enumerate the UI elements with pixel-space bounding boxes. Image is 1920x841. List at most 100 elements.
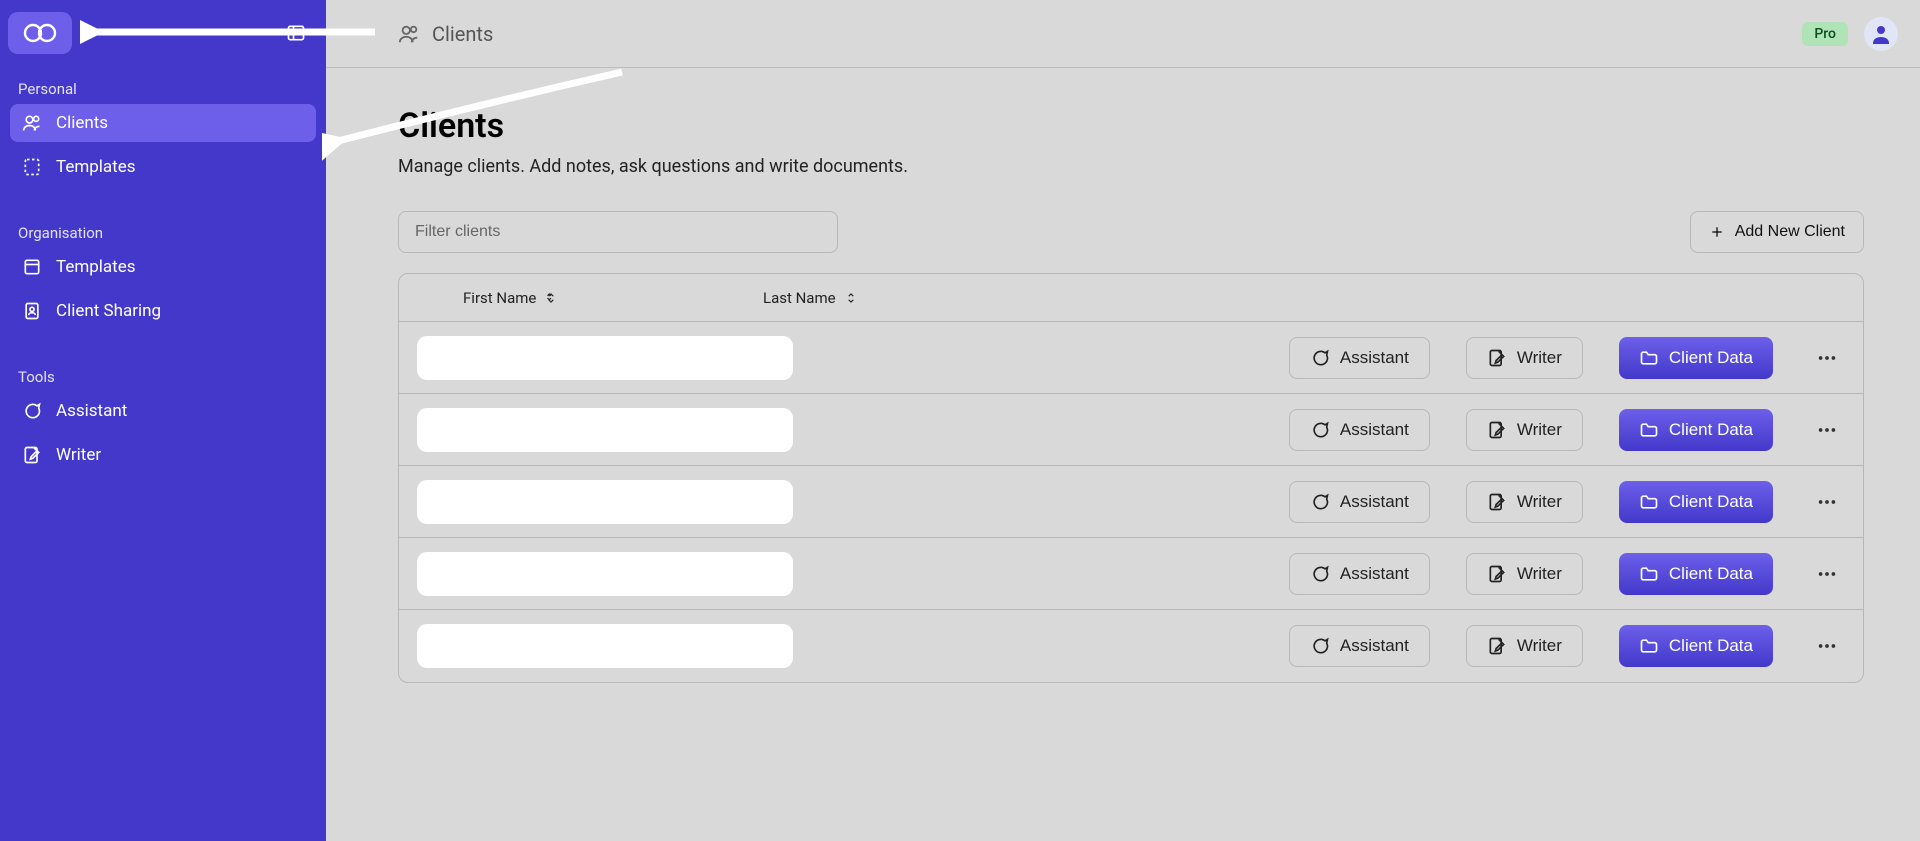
filter-clients-input[interactable] (398, 211, 838, 253)
writer-icon (1487, 348, 1507, 368)
sidebar-item-client-sharing[interactable]: Client Sharing (10, 292, 316, 330)
table-row: Assistant Writer Client Data (399, 394, 1863, 466)
button-label: Writer (1517, 492, 1562, 512)
page-subtitle: Manage clients. Add notes, ask questions… (398, 156, 1864, 177)
row-more-button[interactable] (1809, 340, 1845, 376)
add-new-client-button[interactable]: Add New Client (1690, 211, 1864, 253)
sidebar-item-templates-org[interactable]: Templates (10, 248, 316, 286)
column-header-last-name[interactable]: Last Name (763, 289, 858, 307)
sidebar-item-label: Client Sharing (56, 301, 161, 321)
button-label: Client Data (1669, 636, 1753, 656)
more-horizontal-icon (1816, 563, 1838, 585)
breadcrumb: Clients (398, 22, 493, 46)
users-icon (398, 23, 420, 45)
writer-button[interactable]: Writer (1466, 481, 1583, 523)
sidebar-item-writer[interactable]: Writer (10, 436, 316, 474)
clients-table: First Name Last Name (398, 273, 1864, 683)
row-actions: Assistant Writer Client Data (1289, 337, 1845, 379)
sidebar-item-clients[interactable]: Clients (10, 104, 316, 142)
main: Clients Pro Clients Manage clients. Add … (326, 0, 1920, 841)
user-avatar[interactable] (1864, 17, 1898, 51)
assistant-button[interactable]: Assistant (1289, 409, 1430, 451)
sidebar-item-label: Templates (56, 257, 136, 277)
assistant-button[interactable]: Assistant (1289, 337, 1430, 379)
sidebar-collapse-button[interactable] (280, 17, 312, 49)
client-name-placeholder (417, 336, 793, 380)
plus-icon (1709, 224, 1725, 240)
folder-icon (1639, 420, 1659, 440)
chat-icon (1310, 636, 1330, 656)
template-square-icon (22, 257, 42, 277)
more-horizontal-icon (1816, 347, 1838, 369)
user-icon (1869, 22, 1893, 46)
button-label: Assistant (1340, 348, 1409, 368)
nav-section-tools: Tools Assistant Writer (8, 360, 318, 474)
assistant-button[interactable]: Assistant (1289, 553, 1430, 595)
sidebar-item-templates-personal[interactable]: Templates (10, 148, 316, 186)
button-label: Writer (1517, 348, 1562, 368)
contact-icon (22, 301, 42, 321)
more-horizontal-icon (1816, 635, 1838, 657)
nav-section-organisation: Organisation Templates Client Sharing (8, 216, 318, 330)
client-data-button[interactable]: Client Data (1619, 481, 1773, 523)
writer-icon (1487, 420, 1507, 440)
page-title: Clients (398, 106, 1864, 146)
button-label: Client Data (1669, 564, 1753, 584)
writer-button[interactable]: Writer (1466, 625, 1583, 667)
row-more-button[interactable] (1809, 556, 1845, 592)
column-header-first-name[interactable]: First Name (463, 289, 763, 307)
row-more-button[interactable] (1809, 412, 1845, 448)
assistant-button[interactable]: Assistant (1289, 625, 1430, 667)
sidebar-item-label: Templates (56, 157, 136, 177)
row-actions: Assistant Writer Client Data (1289, 625, 1845, 667)
writer-button[interactable]: Writer (1466, 337, 1583, 379)
table-row: Assistant Writer Client Data (399, 610, 1863, 682)
button-label: Writer (1517, 420, 1562, 440)
sidebar: Personal Clients Templates Organisation (0, 0, 326, 841)
add-button-label: Add New Client (1735, 223, 1845, 241)
table-row: Assistant Writer Client Data (399, 322, 1863, 394)
nav-section-personal: Personal Clients Templates (8, 72, 318, 186)
writer-icon (22, 445, 42, 465)
sort-icon (844, 291, 858, 305)
writer-icon (1487, 564, 1507, 584)
pro-badge: Pro (1802, 22, 1848, 46)
button-label: Assistant (1340, 492, 1409, 512)
client-data-button[interactable]: Client Data (1619, 553, 1773, 595)
button-label: Client Data (1669, 348, 1753, 368)
button-label: Client Data (1669, 492, 1753, 512)
row-actions: Assistant Writer Client Data (1289, 409, 1845, 451)
chat-icon (1310, 492, 1330, 512)
assistant-button[interactable]: Assistant (1289, 481, 1430, 523)
app-logo[interactable] (8, 12, 72, 54)
chat-icon (1310, 348, 1330, 368)
more-horizontal-icon (1816, 419, 1838, 441)
client-data-button[interactable]: Client Data (1619, 337, 1773, 379)
table-row: Assistant Writer Client Data (399, 466, 1863, 538)
section-label: Personal (8, 72, 318, 104)
sort-icon (544, 291, 558, 305)
folder-icon (1639, 564, 1659, 584)
folder-icon (1639, 636, 1659, 656)
name-cell (417, 624, 1289, 668)
sidebar-item-label: Assistant (56, 401, 127, 421)
client-data-button[interactable]: Client Data (1619, 625, 1773, 667)
sidebar-item-assistant[interactable]: Assistant (10, 392, 316, 430)
section-label: Tools (8, 360, 318, 392)
button-label: Assistant (1340, 420, 1409, 440)
writer-button[interactable]: Writer (1466, 409, 1583, 451)
row-actions: Assistant Writer Client Data (1289, 553, 1845, 595)
row-more-button[interactable] (1809, 628, 1845, 664)
template-icon (22, 157, 42, 177)
users-icon (22, 113, 42, 133)
panel-left-icon (286, 23, 306, 43)
topbar: Clients Pro (326, 0, 1920, 68)
button-label: Client Data (1669, 420, 1753, 440)
chat-icon (1310, 564, 1330, 584)
row-more-button[interactable] (1809, 484, 1845, 520)
logo-icon (22, 22, 58, 44)
name-cell (417, 552, 1289, 596)
client-data-button[interactable]: Client Data (1619, 409, 1773, 451)
writer-button[interactable]: Writer (1466, 553, 1583, 595)
name-cell (417, 480, 1289, 524)
